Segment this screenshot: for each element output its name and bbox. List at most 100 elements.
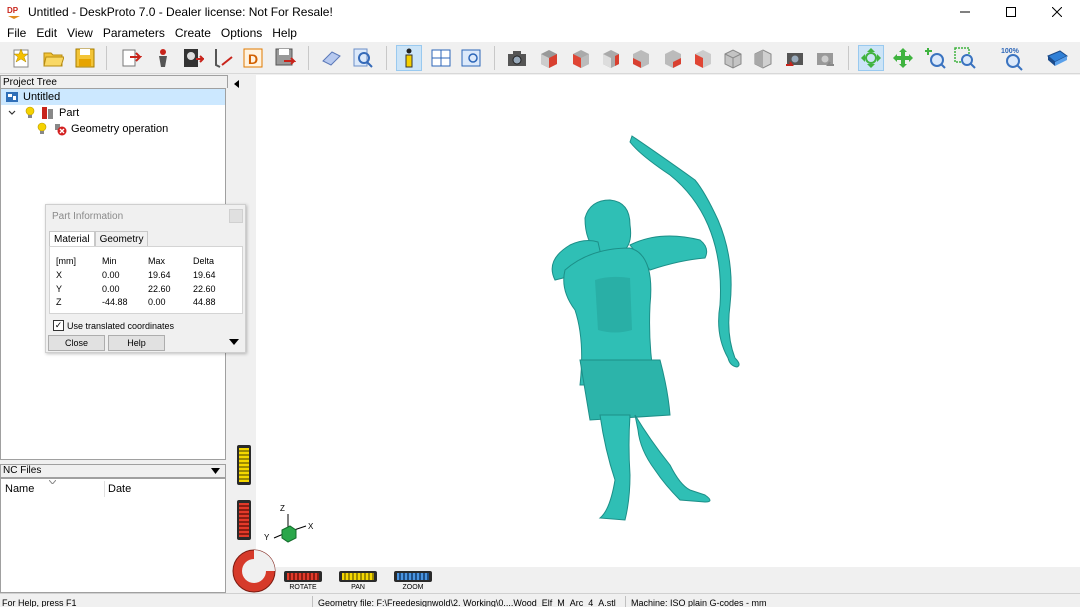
status-bar: For Help, press F1 Geometry file: F:\Fre…	[0, 593, 1080, 607]
sort-indicator-icon	[49, 480, 56, 484]
vector-import-button[interactable]	[210, 45, 236, 71]
menu-view[interactable]: View	[62, 26, 98, 40]
camera-forward-icon	[817, 53, 834, 66]
cube-iso-icon	[541, 50, 557, 68]
view-right-button[interactable]	[660, 45, 686, 71]
import-geometry-icon	[122, 49, 142, 67]
zoom-100-icon: 100%	[1001, 48, 1023, 71]
close-window-button[interactable]	[1034, 0, 1080, 24]
column-header-name[interactable]: Name	[5, 483, 34, 495]
dxf-button[interactable]: D	[240, 45, 266, 71]
lightbulb-icon[interactable]	[35, 122, 49, 136]
import-geometry-button[interactable]	[118, 45, 144, 71]
cube-right-icon	[665, 50, 681, 68]
dialog-close-box[interactable]	[229, 209, 243, 223]
part-information-button[interactable]	[396, 45, 422, 71]
pan-mode-indicator[interactable]	[339, 571, 377, 582]
row-y-delta: 22.60	[193, 284, 216, 294]
view-left-button[interactable]	[628, 45, 654, 71]
save-project-button[interactable]	[72, 45, 98, 71]
maximize-button[interactable]	[988, 0, 1034, 24]
minimize-button[interactable]	[942, 0, 988, 24]
view-bottom-button[interactable]	[720, 45, 746, 71]
dxf-d-icon: D	[243, 48, 263, 68]
nc-files-list[interactable]: Name Date	[0, 478, 226, 593]
collapse-arrow-icon[interactable]	[234, 80, 240, 88]
zoom-mode-label: ZOOM	[402, 584, 424, 591]
archer-model[interactable]	[530, 130, 810, 530]
material-pane: [mm] Min Max Delta X 0.00 19.64 19.64 Y …	[49, 246, 243, 314]
help-button[interactable]: Help	[108, 335, 165, 351]
tree-item-part[interactable]: Part	[5, 105, 79, 121]
view-top-button[interactable]	[690, 45, 716, 71]
open-project-button[interactable]	[40, 45, 66, 71]
view-back-button[interactable]	[598, 45, 624, 71]
lightbulb-icon[interactable]	[23, 106, 37, 120]
tab-material[interactable]: Material	[49, 231, 95, 247]
svg-text:DP: DP	[7, 6, 19, 15]
menu-edit[interactable]: Edit	[31, 26, 62, 40]
row-z-delta: 44.88	[193, 297, 216, 307]
camera-back-icon	[786, 53, 803, 66]
bitmap-icon	[184, 49, 204, 67]
zoom-100-button[interactable]: 100%	[1000, 45, 1026, 71]
column-header-date[interactable]: Date	[108, 483, 131, 495]
rotate-mode-button[interactable]	[858, 45, 884, 71]
info-i-icon	[405, 48, 413, 68]
zoom-plus-icon	[925, 48, 946, 69]
tree-item-geometry-operation[interactable]: Geometry operation	[35, 121, 168, 137]
screen-preview-button[interactable]	[458, 45, 484, 71]
cube-top-icon	[695, 50, 711, 68]
export-button[interactable]	[272, 45, 298, 71]
chevron-down-icon[interactable]	[5, 106, 19, 120]
help-book-button[interactable]	[1044, 45, 1070, 71]
rotate-dial[interactable]	[232, 549, 276, 593]
rotate-mode-indicator[interactable]	[284, 571, 322, 582]
tree-item-label: Part	[59, 107, 80, 119]
view-side-button[interactable]	[750, 45, 776, 71]
translated-coordinates-checkbox[interactable]: ✓	[53, 320, 64, 331]
menu-options[interactable]: Options	[216, 26, 267, 40]
preview-button[interactable]	[350, 45, 376, 71]
rotate-slider[interactable]	[237, 500, 251, 540]
part-parameters-button[interactable]	[150, 45, 176, 71]
new-project-button[interactable]	[8, 45, 34, 71]
row-z-axis: Z	[56, 297, 62, 307]
part-information-dialog: Part Information Material Geometry [mm] …	[45, 204, 246, 353]
rotate-arrows-icon	[861, 48, 881, 68]
close-button[interactable]: Close	[48, 335, 105, 351]
tab-geometry[interactable]: Geometry	[94, 231, 149, 247]
eraser-button[interactable]	[318, 45, 344, 71]
dropdown-arrow-icon[interactable]	[211, 468, 220, 474]
3d-viewport[interactable]: Z X Y ROTATE PAN ZOOM	[230, 75, 1080, 593]
tree-item-untitled[interactable]: Untitled	[1, 89, 225, 105]
nc-files-header[interactable]: NC Files	[0, 464, 226, 478]
translated-coordinates-option[interactable]: ✓ Use translated coordinates	[53, 320, 174, 331]
zoom-mode-indicator[interactable]	[394, 571, 432, 582]
pan-slider[interactable]	[237, 445, 251, 485]
menu-help[interactable]: Help	[267, 26, 302, 40]
rotate-mode-label: ROTATE	[289, 584, 317, 591]
camera-view-button[interactable]	[504, 45, 530, 71]
pan-mode-button[interactable]	[890, 45, 916, 71]
next-view-button[interactable]	[812, 45, 838, 71]
axis-triad: Z X Y	[264, 504, 314, 543]
row-x-min: 0.00	[102, 270, 120, 280]
menu-parameters[interactable]: Parameters	[98, 26, 170, 40]
pan-mode-label: PAN	[351, 584, 365, 591]
window-layout-button[interactable]	[428, 45, 454, 71]
view-iso-button[interactable]	[536, 45, 562, 71]
view-front-button[interactable]	[568, 45, 594, 71]
help-book-icon	[1047, 50, 1068, 66]
zoom-mode-button[interactable]	[922, 45, 948, 71]
expand-arrow-icon[interactable]	[229, 339, 239, 345]
menu-create[interactable]: Create	[170, 26, 216, 40]
eraser-icon	[322, 51, 341, 66]
menu-file[interactable]: File	[2, 26, 31, 40]
cube-side-icon	[754, 49, 772, 69]
new-file-star-icon	[13, 48, 29, 68]
minimize-icon	[960, 11, 970, 13]
zoom-window-button[interactable]	[952, 45, 978, 71]
bitmap-import-button[interactable]	[180, 45, 206, 71]
previous-view-button[interactable]	[782, 45, 808, 71]
